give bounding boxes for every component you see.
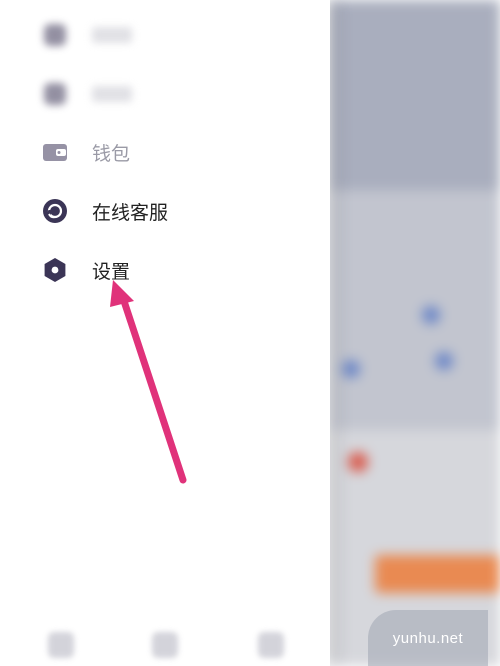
bottom-tab-icon[interactable] [258,632,284,658]
background-orange-button [375,555,500,593]
menu-item-label: 在线客服 [92,202,169,224]
menu-item-label: 钱包 [92,143,131,165]
menu-item-blurred-2[interactable] [42,74,132,114]
watermark-text: yunhu.net [392,629,464,647]
bottom-tab-icon[interactable] [152,632,178,658]
menu-item-label: 设置 [92,261,131,283]
side-drawer: 钱包 在线客服 设置 [0,0,330,666]
blurred-icon [42,22,68,48]
bottom-tab-icon[interactable] [48,632,74,658]
background-band-middle [330,190,500,430]
background-band-top [330,0,500,190]
blurred-icon [42,81,68,107]
background-red-marker [348,452,368,472]
wallet-icon [42,139,68,165]
background-blue-marker [422,306,440,324]
menu-item-blurred-label [92,27,132,43]
menu-item-wallet[interactable]: 钱包 [42,132,130,172]
background-blue-marker [342,360,360,378]
menu-item-customer-service[interactable]: 在线客服 [42,191,168,231]
settings-icon [42,257,68,283]
menu-item-blurred-label [92,86,132,102]
menu-item-blurred-1[interactable] [42,15,132,55]
background-blue-marker [435,352,453,370]
customer-service-icon [42,198,68,224]
menu-item-settings[interactable]: 设置 [42,250,130,290]
background-app [330,0,500,666]
watermark: yunhu.net [368,610,488,666]
